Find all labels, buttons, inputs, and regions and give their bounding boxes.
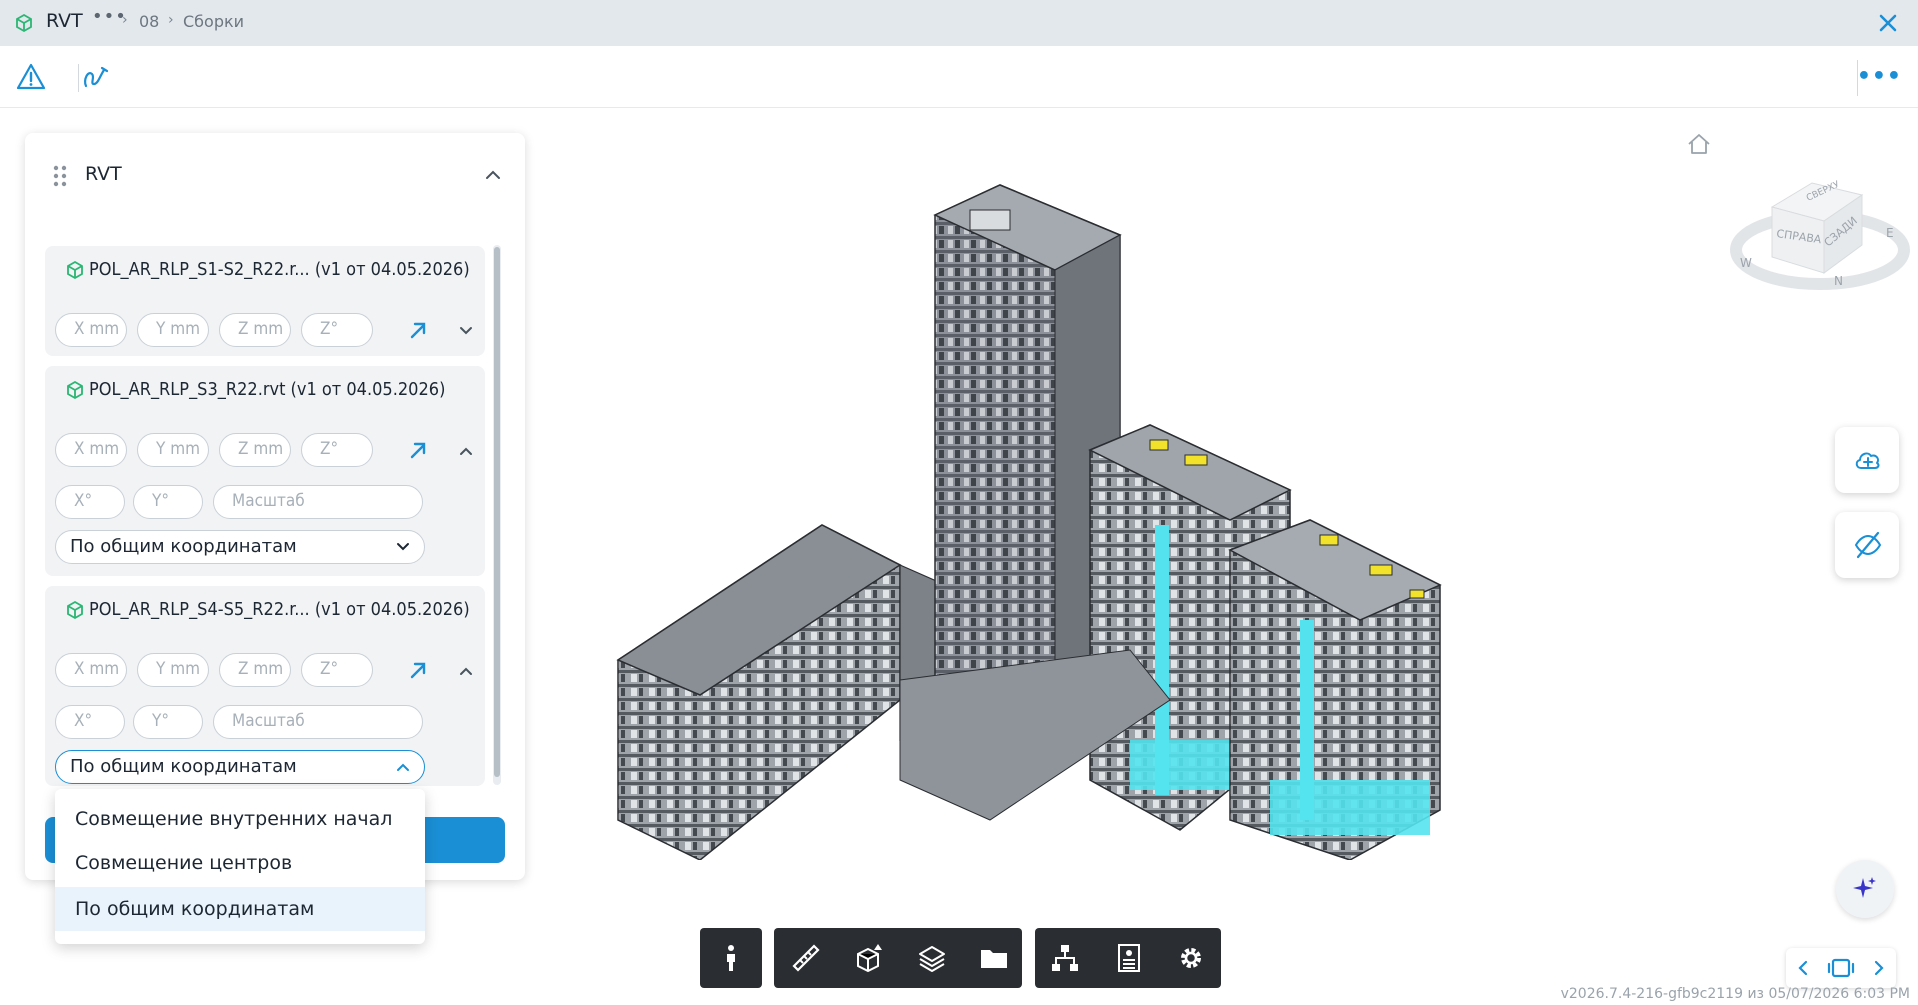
hide-objects-button[interactable] [1835, 512, 1899, 578]
z-rotation-input[interactable]: Z° [301, 313, 373, 347]
compass-west: W [1740, 256, 1752, 270]
folder-icon[interactable] [978, 942, 1010, 974]
scrollbar-thumb[interactable] [494, 247, 500, 777]
panel-header: RVT [25, 133, 525, 213]
version-label: v2026.7.4-216-gfb9c2119 из 05/07/2026 6:… [1560, 986, 1910, 1002]
model-cube-icon [67, 380, 83, 400]
model-cube-icon [67, 600, 83, 620]
y-offset-input[interactable]: Y mm [137, 313, 209, 347]
z-offset-input[interactable]: Z mm [219, 433, 291, 467]
model-card-s4-s5: POL_AR_RLP_S4-S5_R22.r... (v1 от 04.05.2… [45, 586, 485, 786]
open-external-icon[interactable] [407, 439, 429, 461]
title-bar: RVT ••• › 08 › Сборки [0, 0, 1918, 46]
scale-input[interactable]: Масштаб [213, 485, 423, 519]
open-external-icon[interactable] [407, 319, 429, 341]
z-rotation-input[interactable]: Z° [301, 653, 373, 687]
model-file-name: POL_AR_RLP_S3_R22.rvt (v1 от 04.05.2026) [89, 379, 446, 400]
app-title: RVT [46, 10, 83, 32]
more-options-button[interactable]: ••• [1857, 64, 1902, 89]
person-walk-icon[interactable] [715, 942, 747, 974]
y-rotation-input[interactable]: Y° [133, 485, 203, 519]
building-3d-model[interactable] [610, 180, 1450, 860]
bottom-toolbar-group-settings [1035, 928, 1221, 988]
sparkle-icon [1853, 877, 1876, 898]
ruler-icon[interactable] [790, 942, 822, 974]
x-rotation-input[interactable]: X° [55, 705, 125, 739]
chevron-right-icon[interactable] [1870, 958, 1888, 978]
compass-north: N [1834, 274, 1843, 288]
option-align-internal-origins[interactable]: Совмещение внутренних начал [55, 797, 425, 841]
chevron-up-icon[interactable] [457, 442, 475, 460]
scale-input[interactable]: Масштаб [213, 705, 423, 739]
ai-assistant-button[interactable] [1836, 860, 1894, 918]
properties-icon[interactable] [1113, 942, 1145, 974]
alignment-select-value: По общим координатам [70, 536, 297, 557]
warning-icon[interactable] [16, 62, 46, 92]
option-align-centers[interactable]: Совмещение центров [55, 841, 425, 885]
alignment-select-value: По общим координатам [70, 756, 297, 777]
view-cube[interactable]: СПРАВА СЗАДИ СВЕРХУ E N W [1730, 155, 1910, 295]
model-card-s1-s2: POL_AR_RLP_S1-S2_R22.r... (v1 от 04.05.2… [45, 246, 485, 356]
toolbar: ••• [0, 46, 1918, 108]
model-card-s3: POL_AR_RLP_S3_R22.rvt (v1 от 04.05.2026)… [45, 366, 485, 576]
assembly-panel: RVT POL_AR_RLP_S1-S2_R22.r... (v1 от 04.… [25, 133, 525, 880]
chevron-up-icon [397, 763, 409, 771]
breadcrumb-item-08[interactable]: 08 [139, 12, 159, 31]
y-rotation-input[interactable]: Y° [133, 705, 203, 739]
alignment-select[interactable]: По общим координатам [55, 530, 425, 564]
chevron-down-icon[interactable] [457, 322, 475, 340]
bottom-toolbar-group-walk [700, 928, 762, 988]
visibility-off-icon [1854, 531, 1882, 559]
close-icon[interactable] [1876, 11, 1900, 35]
layers-icon[interactable] [916, 942, 948, 974]
open-external-icon[interactable] [407, 659, 429, 681]
y-offset-input[interactable]: Y mm [137, 653, 209, 687]
home-view-icon[interactable] [1686, 132, 1712, 156]
alignment-select[interactable]: По общим координатам [55, 750, 425, 784]
model-file-name: POL_AR_RLP_S1-S2_R22.r... (v1 от 04.05.2… [89, 259, 470, 280]
fit-view-icon[interactable] [1826, 958, 1856, 978]
draw-path-icon[interactable] [80, 62, 110, 92]
gear-icon[interactable] [1175, 942, 1207, 974]
x-offset-input[interactable]: X mm [55, 433, 127, 467]
breadcrumb-item-assemblies[interactable]: Сборки [183, 12, 244, 31]
drag-handle-icon[interactable] [53, 165, 67, 187]
bottom-toolbar-group-measure [774, 928, 1022, 988]
panel-title: RVT [85, 163, 122, 185]
breadcrumb-separator: › [122, 12, 128, 28]
y-offset-input[interactable]: Y mm [137, 433, 209, 467]
z-rotation-input[interactable]: Z° [301, 433, 373, 467]
breadcrumb-separator: › [168, 12, 174, 28]
z-offset-input[interactable]: Z mm [219, 313, 291, 347]
compass-east: E [1886, 226, 1894, 240]
cloud-plus-icon [1855, 452, 1880, 469]
option-shared-coordinates[interactable]: По общим координатам [55, 887, 425, 931]
model-tree-icon[interactable] [1049, 942, 1081, 974]
chevron-up-icon[interactable] [457, 662, 475, 680]
x-offset-input[interactable]: X mm [55, 313, 127, 347]
toolbar-divider [78, 64, 79, 92]
model-file-name: POL_AR_RLP_S4-S5_R22.r... (v1 от 04.05.2… [89, 599, 470, 620]
x-rotation-input[interactable]: X° [55, 485, 125, 519]
z-offset-input[interactable]: Z mm [219, 653, 291, 687]
chevron-up-icon[interactable] [483, 165, 503, 185]
model-cube-icon [16, 13, 32, 33]
section-box-icon[interactable] [854, 942, 886, 974]
x-offset-input[interactable]: X mm [55, 653, 127, 687]
chevron-down-icon [397, 543, 409, 551]
view-navigation-control [1786, 948, 1896, 988]
alignment-dropdown-menu: Совмещение внутренних начал Совмещение ц… [55, 789, 425, 944]
model-cube-icon [67, 260, 83, 280]
chevron-left-icon[interactable] [1794, 958, 1812, 978]
upload-to-cloud-button[interactable] [1835, 427, 1899, 493]
